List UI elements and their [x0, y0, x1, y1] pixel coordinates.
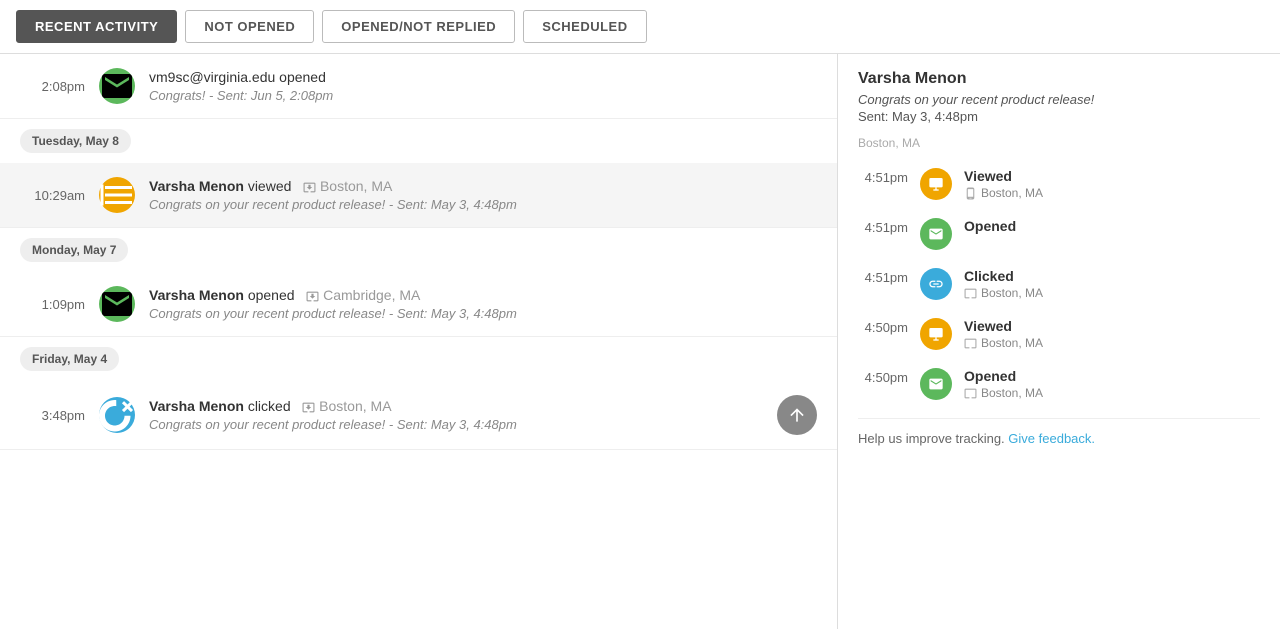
- feedback-link[interactable]: Give feedback.: [1008, 431, 1095, 446]
- click-icon: [99, 397, 135, 433]
- feedback-section: Help us improve tracking. Give feedback.: [858, 418, 1260, 446]
- tab-opened-not-replied[interactable]: OPENED/NOT REPLIED: [322, 10, 515, 43]
- detail-action: Clicked: [964, 268, 1260, 284]
- activity-title: Varsha Menon viewed Boston, MA: [149, 178, 817, 194]
- activity-item[interactable]: 2:08pm vm9sc@virginia.edu opened Congrat…: [0, 54, 837, 119]
- tab-scheduled[interactable]: SCHEDULED: [523, 10, 646, 43]
- detail-event: 4:51pm Viewed Boston, MA: [858, 168, 1260, 200]
- detail-event: 4:51pm Clicked Boston, MA: [858, 268, 1260, 300]
- activity-time: 2:08pm: [20, 79, 85, 94]
- activity-item[interactable]: 1:09pm Varsha Menon opened Cambridge, MA…: [0, 272, 837, 337]
- detail-time: 4:51pm: [858, 218, 908, 235]
- activity-time: 10:29am: [20, 188, 85, 203]
- day-separator: Friday, May 4: [0, 337, 837, 381]
- activity-item[interactable]: 3:48pm Varsha Menon clicked Boston, MA C…: [0, 381, 837, 450]
- tab-bar: RECENT ACTIVITY NOT OPENED OPENED/NOT RE…: [0, 0, 1280, 54]
- app-container: RECENT ACTIVITY NOT OPENED OPENED/NOT RE…: [0, 0, 1280, 629]
- activity-subtitle: Congrats! - Sent: Jun 5, 2:08pm: [149, 88, 817, 103]
- mail-icon: [920, 218, 952, 250]
- activity-location: Cambridge, MA: [306, 287, 420, 303]
- contact-sent: Sent: May 3, 4:48pm: [858, 109, 1260, 124]
- activity-title: vm9sc@virginia.edu opened: [149, 69, 817, 85]
- activity-location: Boston, MA: [303, 178, 392, 194]
- detail-time: 4:50pm: [858, 368, 908, 385]
- view-icon: [99, 177, 135, 213]
- detail-event: 4:50pm Viewed Boston, MA: [858, 318, 1260, 350]
- tab-not-opened[interactable]: NOT OPENED: [185, 10, 314, 43]
- detail-sub: Boston, MA: [964, 286, 1260, 300]
- detail-action: Viewed: [964, 318, 1260, 334]
- day-badge: Monday, May 7: [20, 238, 128, 262]
- day-badge: Friday, May 4: [20, 347, 119, 371]
- day-badge: Tuesday, May 8: [20, 129, 131, 153]
- detail-event: 4:50pm Opened Boston, MA: [858, 368, 1260, 400]
- detail-event: 4:51pm Opened: [858, 218, 1260, 250]
- detail-action: Opened: [964, 368, 1260, 384]
- detail-sub: Boston, MA: [964, 386, 1260, 400]
- contact-name: Varsha Menon: [858, 70, 1260, 88]
- activity-text: vm9sc@virginia.edu opened Congrats! - Se…: [149, 69, 817, 103]
- scroll-top-button[interactable]: [777, 395, 817, 435]
- prev-location: Boston, MA: [858, 136, 1260, 154]
- feedback-text: Help us improve tracking.: [858, 431, 1005, 446]
- activity-item[interactable]: 10:29am Varsha Menon viewed Boston, MA C…: [0, 163, 837, 228]
- detail-info: Viewed Boston, MA: [964, 318, 1260, 350]
- day-separator: Monday, May 7: [0, 228, 837, 272]
- mail-icon: [99, 68, 135, 104]
- mail-icon: [99, 286, 135, 322]
- activity-location: Boston, MA: [302, 398, 391, 414]
- activity-time: 3:48pm: [20, 408, 85, 423]
- activity-time: 1:09pm: [20, 297, 85, 312]
- detail-info: Opened Boston, MA: [964, 368, 1260, 400]
- click-icon: [920, 268, 952, 300]
- activity-subtitle: Congrats on your recent product release!…: [149, 417, 763, 432]
- view-icon: [920, 168, 952, 200]
- main-content: 2:08pm vm9sc@virginia.edu opened Congrat…: [0, 54, 1280, 629]
- mail-icon: [920, 368, 952, 400]
- detail-info: Viewed Boston, MA: [964, 168, 1260, 200]
- activity-title: Varsha Menon clicked Boston, MA: [149, 398, 763, 414]
- detail-time: 4:51pm: [858, 268, 908, 285]
- activity-text: Varsha Menon clicked Boston, MA Congrats…: [149, 398, 763, 432]
- activity-subtitle: Congrats on your recent product release!…: [149, 306, 817, 321]
- detail-time: 4:51pm: [858, 168, 908, 185]
- detail-action: Opened: [964, 218, 1260, 234]
- activity-text: Varsha Menon viewed Boston, MA Congrats …: [149, 178, 817, 212]
- detail-sub: Boston, MA: [964, 186, 1260, 200]
- tab-recent-activity[interactable]: RECENT ACTIVITY: [16, 10, 177, 43]
- activity-text: Varsha Menon opened Cambridge, MA Congra…: [149, 287, 817, 321]
- contact-subject: Congrats on your recent product release!: [858, 92, 1260, 107]
- activity-subtitle: Congrats on your recent product release!…: [149, 197, 817, 212]
- day-separator: Tuesday, May 8: [0, 119, 837, 163]
- activity-title: Varsha Menon opened Cambridge, MA: [149, 287, 817, 303]
- right-panel: Varsha Menon Congrats on your recent pro…: [838, 54, 1280, 629]
- detail-time: 4:50pm: [858, 318, 908, 335]
- detail-info: Clicked Boston, MA: [964, 268, 1260, 300]
- view-icon: [920, 318, 952, 350]
- detail-sub: Boston, MA: [964, 336, 1260, 350]
- detail-info: Opened: [964, 218, 1260, 234]
- left-panel: 2:08pm vm9sc@virginia.edu opened Congrat…: [0, 54, 838, 629]
- detail-action: Viewed: [964, 168, 1260, 184]
